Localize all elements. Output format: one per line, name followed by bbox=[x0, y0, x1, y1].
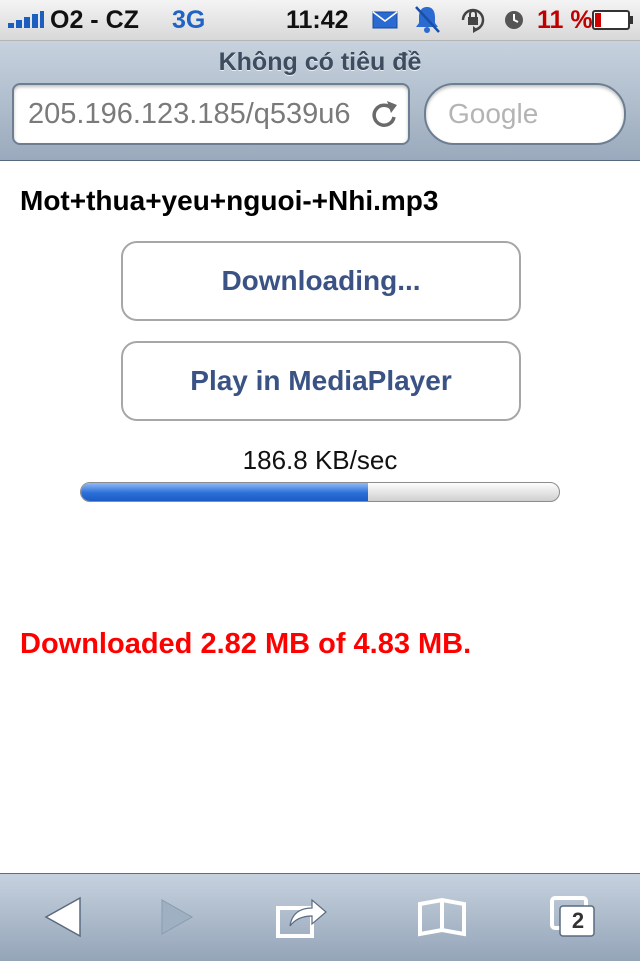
battery-icon bbox=[592, 10, 633, 30]
pages-count: 2 bbox=[571, 908, 585, 933]
alarm-icon bbox=[505, 11, 523, 29]
search-field[interactable]: Google bbox=[424, 83, 626, 145]
search-placeholder: Google bbox=[448, 98, 539, 129]
carrier-name: O2 - CZ bbox=[50, 6, 139, 34]
battery-percent: 11 % bbox=[537, 6, 593, 34]
pages-icon[interactable]: 2 bbox=[540, 892, 600, 942]
forward-arrow-icon[interactable] bbox=[148, 892, 208, 942]
status-bar: O2 - CZ 3G 11:42 11 % bbox=[0, 0, 640, 41]
share-icon[interactable] bbox=[272, 892, 332, 942]
bookmarks-icon[interactable] bbox=[412, 892, 472, 942]
download-speed: 186.8 KB/sec bbox=[242, 445, 398, 475]
downloading-button[interactable]: Downloading... bbox=[121, 241, 521, 321]
download-status: Downloaded 2.82 MB of 4.83 MB. bbox=[20, 628, 472, 660]
play-in-mediaplayer-button[interactable]: Play in MediaPlayer bbox=[121, 341, 521, 421]
signal-bars-icon bbox=[8, 10, 44, 28]
page-title: Không có tiêu đề bbox=[218, 48, 422, 76]
download-progress-fill bbox=[81, 483, 368, 501]
address-bar[interactable]: 205.196.123.185/q539u6 bbox=[12, 83, 410, 145]
download-progress-bar bbox=[80, 482, 560, 502]
file-name: Mot+thua+yeu+nguoi-+Nhi.mp3 bbox=[20, 185, 439, 216]
browser-toolbar: Không có tiêu đề 205.196.123.185/q539u6 … bbox=[0, 41, 640, 161]
back-arrow-icon[interactable] bbox=[36, 892, 96, 942]
clock: 11:42 bbox=[286, 6, 349, 34]
network-type: 3G bbox=[172, 6, 206, 34]
bottom-toolbar: 2 bbox=[0, 873, 640, 961]
url-text[interactable]: 205.196.123.185/q539u6 bbox=[28, 85, 358, 143]
reload-icon[interactable] bbox=[370, 99, 398, 129]
rotation-lock-icon bbox=[461, 8, 485, 33]
mail-icon bbox=[372, 11, 398, 29]
mute-bell-icon bbox=[415, 6, 440, 33]
